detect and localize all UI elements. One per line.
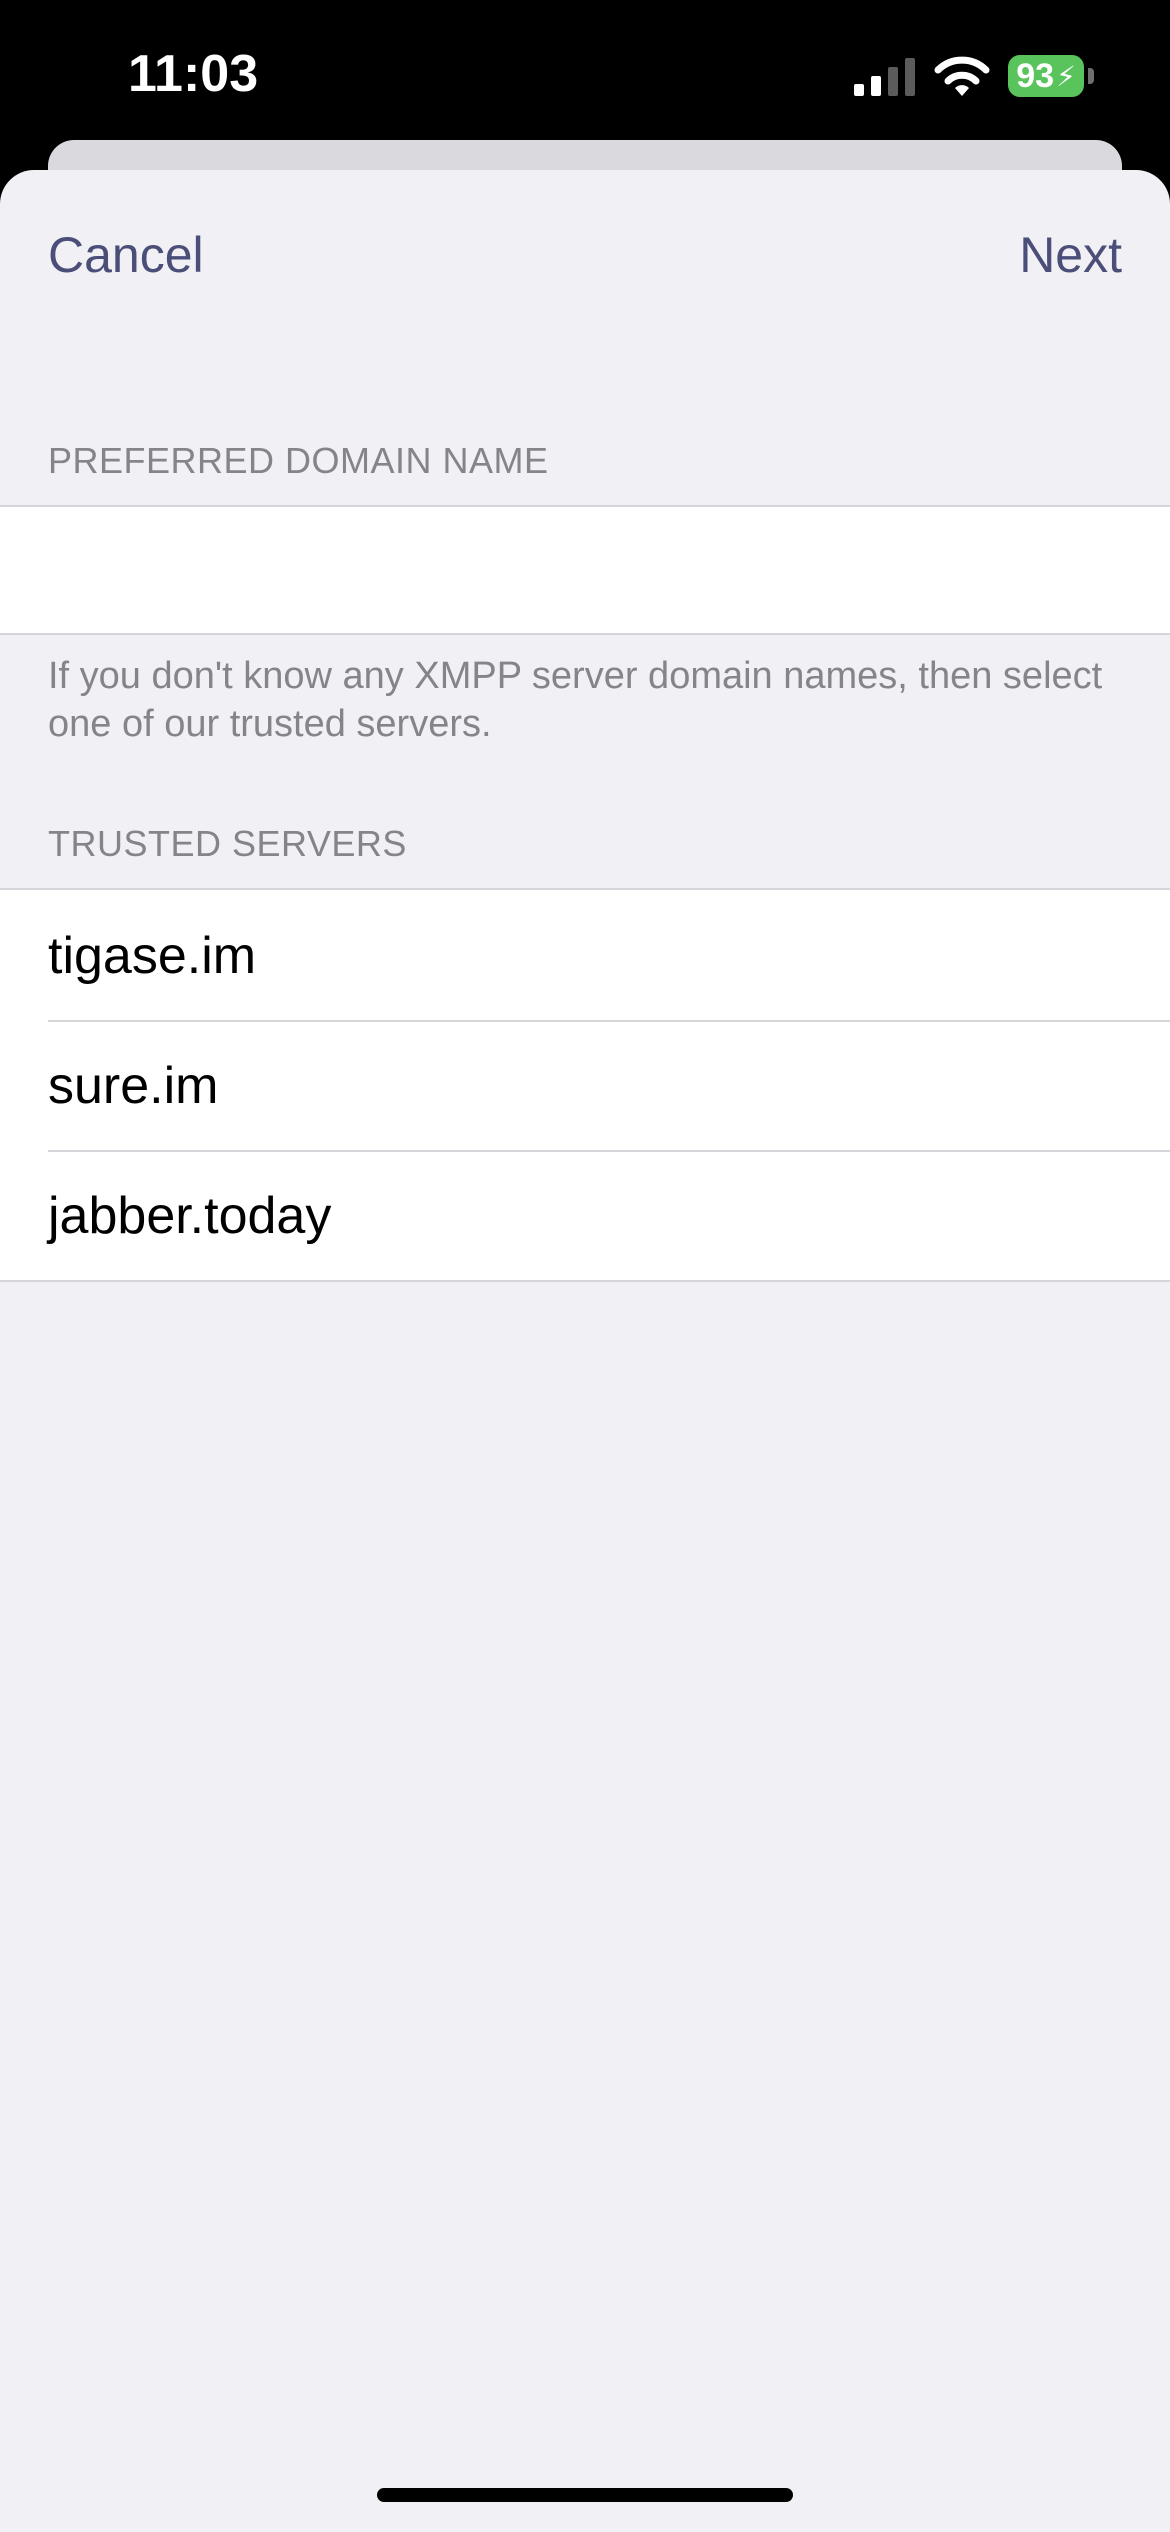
home-indicator[interactable] (377, 2488, 793, 2502)
wifi-icon (934, 56, 990, 96)
status-bar: 11:03 93 ⚡ (0, 0, 1170, 150)
preferred-domain-header: PREFERRED DOMAIN NAME (48, 440, 549, 481)
trusted-servers-header: TRUSTED SERVERS (48, 823, 407, 864)
server-item-sure[interactable]: sure.im (0, 1020, 1170, 1150)
battery-cap (1088, 68, 1094, 84)
preferred-domain-row (0, 505, 1170, 635)
preferred-domain-input[interactable] (48, 507, 1122, 633)
battery-level: 93 (1016, 56, 1055, 95)
battery-indicator: 93 ⚡ (1008, 55, 1084, 97)
bolt-icon: ⚡ (1056, 60, 1076, 92)
server-label: sure.im (48, 1057, 219, 1115)
modal-sheet: Cancel Next PREFERRED DOMAIN NAME If you… (0, 170, 1170, 2532)
trusted-servers-list: tigase.im sure.im jabber.today (0, 888, 1170, 1282)
cancel-button[interactable]: Cancel (48, 226, 204, 284)
server-item-tigase[interactable]: tigase.im (0, 890, 1170, 1020)
server-label: jabber.today (48, 1187, 332, 1245)
status-time: 11:03 (128, 45, 259, 103)
domain-footer-note: If you don't know any XMPP server domain… (48, 655, 1103, 745)
cellular-signal-icon (854, 58, 915, 96)
server-item-jabber-today[interactable]: jabber.today (0, 1150, 1170, 1280)
next-button[interactable]: Next (1019, 226, 1122, 284)
server-label: tigase.im (48, 927, 257, 985)
